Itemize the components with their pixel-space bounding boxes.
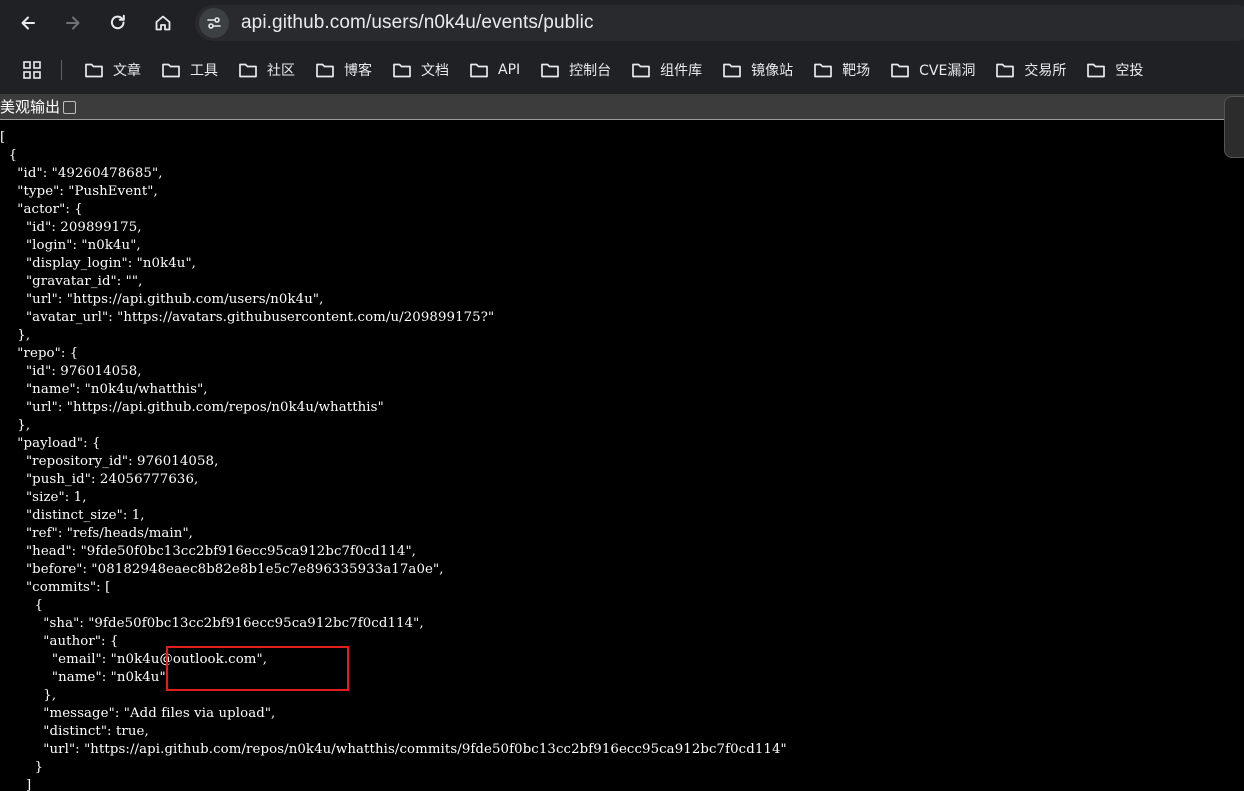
json-viewer-toolbar: 美观输出 bbox=[0, 94, 1244, 120]
folder-icon bbox=[996, 63, 1015, 78]
folder-icon bbox=[632, 63, 651, 78]
json-line: "avatar_url": "https://avatars.githubuse… bbox=[0, 310, 495, 325]
json-line: }, bbox=[0, 418, 31, 433]
json-line: "message": "Add files via upload", bbox=[0, 706, 276, 721]
forward-arrow-icon bbox=[66, 16, 80, 30]
tune-icon bbox=[207, 17, 221, 29]
bookmark-item[interactable]: 博客 bbox=[315, 60, 372, 80]
bookmark-label: 组件库 bbox=[660, 63, 703, 79]
json-line: "id": 209899175, bbox=[0, 220, 142, 235]
url-text[interactable]: api.github.com/users/n0k4u/events/public bbox=[241, 12, 594, 34]
json-line: "repository_id": 976014058, bbox=[0, 454, 219, 469]
address-bar[interactable]: api.github.com/users/n0k4u/events/public bbox=[195, 5, 1244, 41]
folder-icon bbox=[814, 63, 833, 78]
json-line: ] bbox=[0, 778, 32, 791]
bookmark-label: 空投 bbox=[1115, 63, 1144, 79]
json-line: "commits": [ bbox=[0, 580, 111, 595]
back-arrow-icon bbox=[21, 16, 35, 30]
site-info-button[interactable] bbox=[199, 8, 229, 38]
json-line: "type": "PushEvent", bbox=[0, 184, 158, 199]
folder-icon bbox=[85, 63, 103, 78]
json-line: "size": 1, bbox=[0, 490, 87, 505]
folder-icon bbox=[470, 63, 488, 78]
bookmark-label: CVE漏洞 bbox=[919, 63, 976, 79]
forward-button[interactable] bbox=[55, 5, 91, 41]
json-line: "repo": { bbox=[0, 346, 79, 361]
bookmark-item[interactable]: 控制台 bbox=[540, 60, 611, 80]
json-line: "before": "08182948eaec8b82e8b1e5c7e8963… bbox=[0, 562, 444, 577]
bookmark-label: 文档 bbox=[421, 63, 449, 79]
folder-icon bbox=[541, 63, 560, 78]
folder-icon bbox=[723, 63, 742, 78]
back-button[interactable] bbox=[10, 5, 46, 41]
bookmark-label: 博客 bbox=[344, 63, 372, 79]
home-icon bbox=[155, 15, 171, 31]
bookmark-item[interactable]: 工具 bbox=[161, 60, 218, 80]
folder-icon bbox=[891, 63, 910, 78]
json-line: "name": "n0k4u/whatthis", bbox=[0, 382, 208, 397]
json-content: [ { "id": "49260478685", "type": "PushEv… bbox=[0, 129, 1230, 791]
folder-icon bbox=[316, 63, 334, 78]
bookmark-item[interactable]: 镜像站 bbox=[722, 60, 793, 80]
json-line: "url": "https://api.github.com/repos/n0k… bbox=[0, 742, 787, 757]
bookmark-label: 控制台 bbox=[569, 63, 612, 79]
json-line: "distinct_size": 1, bbox=[0, 508, 145, 523]
email-highlight-box bbox=[166, 646, 349, 691]
bookmark-label: 靶场 bbox=[842, 63, 871, 79]
json-line: "id": "49260478685", bbox=[0, 166, 163, 181]
browser-toolbar: api.github.com/users/n0k4u/events/public bbox=[0, 0, 1244, 46]
bookmark-label: 镜像站 bbox=[751, 63, 794, 79]
reload-button[interactable] bbox=[100, 5, 136, 41]
json-line: "sha": "9fde50f0bc13cc2bf916ecc95ca912bc… bbox=[0, 616, 424, 631]
json-line: "id": 976014058, bbox=[0, 364, 142, 379]
json-line: { bbox=[0, 148, 18, 163]
reload-icon bbox=[110, 14, 125, 30]
json-line: } bbox=[0, 760, 44, 775]
bookmark-list: 文章 工具 社区 博客 文档 API 控制台 组件库 镜像站 靶场 CVE漏洞 交易所 空投 bbox=[64, 60, 1143, 80]
folder-icon bbox=[393, 63, 411, 78]
json-line: "ref": "refs/heads/main", bbox=[0, 526, 193, 541]
home-button[interactable] bbox=[145, 5, 181, 41]
apps-grid-icon[interactable] bbox=[22, 60, 42, 80]
bookmark-item[interactable]: CVE漏洞 bbox=[890, 60, 975, 80]
bookmark-label: 文章 bbox=[113, 63, 141, 79]
pretty-print-label[interactable]: 美观输出 bbox=[0, 96, 60, 117]
bookmark-item[interactable]: 社区 bbox=[238, 60, 295, 80]
json-line: "display_login": "n0k4u", bbox=[0, 256, 196, 271]
bookmark-item[interactable]: 组件库 bbox=[631, 60, 702, 80]
bookmark-label: API bbox=[498, 62, 521, 78]
json-line: "url": "https://api.github.com/repos/n0k… bbox=[0, 400, 384, 415]
folder-icon bbox=[1087, 63, 1106, 78]
bookmark-item[interactable]: 文档 bbox=[392, 60, 449, 80]
bookmarks-separator bbox=[61, 60, 62, 80]
json-line: "payload": { bbox=[0, 436, 101, 451]
bookmark-item[interactable]: 文章 bbox=[84, 60, 141, 80]
folder-icon bbox=[162, 63, 180, 78]
json-line: [ bbox=[0, 130, 6, 145]
bookmark-item[interactable]: API bbox=[469, 61, 520, 79]
bookmarks-bar: 文章 工具 社区 博客 文档 API 控制台 组件库 镜像站 靶场 CVE漏洞 交易所 空投 bbox=[0, 46, 1244, 94]
bookmark-item[interactable]: 交易所 bbox=[995, 60, 1066, 80]
json-line: "distinct": true, bbox=[0, 724, 149, 739]
json-line: "head": "9fde50f0bc13cc2bf916ecc95ca912b… bbox=[0, 544, 417, 559]
json-line: "actor": { bbox=[0, 202, 83, 217]
bookmark-label: 社区 bbox=[267, 63, 295, 79]
json-line: { bbox=[0, 598, 44, 613]
bookmark-label: 交易所 bbox=[1024, 63, 1067, 79]
bookmark-item[interactable]: 靶场 bbox=[813, 60, 870, 80]
json-line: "push_id": 24056777636, bbox=[0, 472, 199, 487]
json-line: "gravatar_id": "", bbox=[0, 274, 143, 289]
folder-icon bbox=[239, 63, 257, 78]
json-line: "url": "https://api.github.com/users/n0k… bbox=[0, 292, 324, 307]
json-line: }, bbox=[0, 328, 31, 343]
bookmark-label: 工具 bbox=[190, 63, 218, 79]
json-line: "login": "n0k4u", bbox=[0, 238, 141, 253]
bookmark-item[interactable]: 空投 bbox=[1086, 60, 1143, 80]
pretty-print-checkbox[interactable] bbox=[63, 100, 77, 114]
